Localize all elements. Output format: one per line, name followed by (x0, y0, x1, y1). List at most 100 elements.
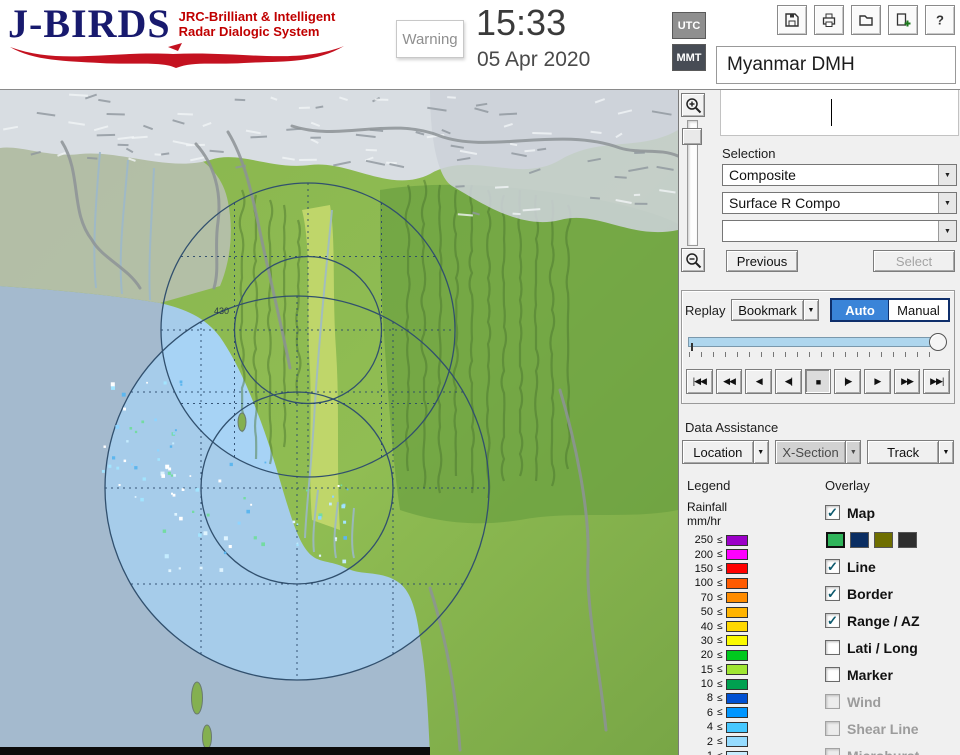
map-color-swatch-3[interactable] (898, 531, 917, 548)
legend-lte-sign: ≤ (717, 692, 723, 704)
checkbox[interactable]: ✓ (825, 559, 840, 574)
selection-label: Selection (722, 146, 776, 161)
location-button-label[interactable]: Location (682, 440, 753, 464)
legend-lte-sign: ≤ (717, 606, 723, 618)
track-button[interactable]: Track ▼ (867, 440, 955, 464)
text-entry-field[interactable] (720, 90, 959, 136)
map-color-swatch-1[interactable] (850, 531, 869, 548)
replay-timeline-slider[interactable] (688, 333, 947, 351)
export-button[interactable] (888, 5, 918, 35)
overlay-item-map[interactable]: ✓ Map (825, 499, 960, 526)
legend-lte-sign: ≤ (717, 592, 723, 604)
timeline-track[interactable] (688, 337, 939, 351)
checkbox[interactable] (825, 721, 840, 736)
help-button[interactable]: ? (925, 5, 955, 35)
overlay-item-shear-line[interactable]: Shear Line (825, 715, 960, 742)
x-section-button[interactable]: X-Section ▼ (774, 440, 862, 464)
legend-color-swatch (725, 678, 748, 690)
location-button[interactable]: Location ▼ (682, 440, 769, 464)
legend-value: 20 (700, 649, 713, 662)
select-button[interactable]: Select (873, 250, 955, 272)
map-color-swatch-2[interactable] (874, 531, 893, 548)
track-button-label[interactable]: Track (867, 440, 939, 464)
legend-value: 4 (706, 721, 713, 734)
chevron-down-icon[interactable]: ▼ (803, 299, 819, 321)
overlay-title: Overlay (825, 478, 870, 493)
open-folder-button[interactable] (851, 5, 881, 35)
chevron-down-icon[interactable]: ▼ (752, 440, 769, 464)
checkbox[interactable] (825, 640, 840, 655)
overlay-item-wind[interactable]: Wind (825, 688, 960, 715)
jump-end-button[interactable]: ▶▶| (923, 369, 951, 394)
previous-button[interactable]: Previous (726, 250, 798, 272)
legend-entry-1: 1≤ (687, 749, 825, 755)
bookmark-button[interactable]: Bookmark ▼ (731, 299, 819, 321)
composite-dropdown[interactable]: Composite ▼ (722, 164, 957, 186)
overlay-item-label: Lati / Long (847, 639, 918, 656)
overlay-item-marker[interactable]: Marker (825, 661, 960, 688)
chevron-down-icon[interactable]: ▼ (938, 440, 955, 464)
checkbox[interactable]: ✓ (825, 613, 840, 628)
x-section-button-label[interactable]: X-Section (774, 440, 846, 464)
app-logo: J-BIRDS JRC-Brilliant & Intelligent Rada… (8, 4, 380, 68)
overlay-item-border[interactable]: ✓ Border (825, 580, 960, 607)
zoom-slider-thumb[interactable] (682, 128, 702, 145)
auto-mode-button[interactable]: Auto (832, 300, 888, 320)
manual-mode-button[interactable]: Manual (888, 300, 948, 320)
fast-forward-button[interactable]: ▶▶ (893, 369, 921, 394)
radar-map[interactable]: 430 (0, 90, 678, 755)
legend-unit-line1: Rainfall (687, 500, 728, 514)
mmt-button[interactable]: MMT (672, 44, 706, 71)
overlay-item-range-az[interactable]: ✓ Range / AZ (825, 607, 960, 634)
toolbar: ? (777, 5, 955, 35)
save-button[interactable] (777, 5, 807, 35)
empty-dropdown[interactable]: ▼ (722, 220, 957, 242)
legend-lte-sign: ≤ (717, 736, 723, 748)
overlay-item-label: Range / AZ (847, 612, 920, 629)
checkbox[interactable]: ✓ (825, 505, 840, 520)
zoom-in-button[interactable] (681, 93, 705, 117)
chevron-down-icon[interactable]: ▼ (938, 165, 956, 185)
legend-value: 10 (700, 678, 713, 691)
zoom-out-icon (685, 252, 701, 268)
stop-button[interactable]: ■ (804, 369, 832, 394)
checkbox[interactable] (825, 667, 840, 682)
checkbox[interactable]: ✓ (825, 586, 840, 601)
chevron-down-icon[interactable]: ▼ (938, 193, 956, 213)
map-bottom-bar (0, 747, 430, 755)
warning-button[interactable]: Warning (396, 20, 464, 58)
play-button[interactable]: ▶ (864, 369, 891, 394)
zoom-out-button[interactable] (681, 248, 705, 272)
control-panel: Selection Composite ▼ Surface R Compo ▼ … (678, 90, 960, 755)
overlay-item-line[interactable]: ✓ Line (825, 553, 960, 580)
timezone-toggle: UTC MMT (672, 12, 706, 76)
print-button[interactable] (814, 5, 844, 35)
play-reverse-button[interactable]: ◀ (745, 369, 773, 394)
legend-value: 2 (706, 735, 713, 748)
map-color-swatch-0[interactable] (826, 531, 845, 548)
legend-entry-40: 40 ≤ (687, 619, 825, 633)
legend-value: 6 (706, 706, 713, 719)
step-back-button[interactable]: ◀| (775, 369, 802, 394)
overlay-item-lati-long[interactable]: Lati / Long (825, 634, 960, 661)
legend-entry-50: 50 ≤ (687, 605, 825, 619)
overlay-item-microburst[interactable]: Microburst (825, 742, 960, 755)
legend-value: 70 (700, 591, 713, 604)
jump-start-button[interactable]: |◀◀ (686, 369, 713, 394)
map-area[interactable]: 430 (0, 90, 678, 755)
legend-overlay-section: Legend Rainfall mm/hr 250 ≤200 ≤150 ≤100 ≤70… (679, 478, 960, 755)
checkbox[interactable] (825, 694, 840, 709)
timeline-thumb[interactable] (929, 333, 947, 351)
bookmark-button-label[interactable]: Bookmark (731, 299, 803, 321)
overlay-items: ✓ Map ✓ Line ✓ Border ✓ Range / AZ Lati / Long Ma… (825, 499, 960, 755)
legend-entry-200: 200 ≤ (687, 547, 825, 561)
product-dropdown[interactable]: Surface R Compo ▼ (722, 192, 957, 214)
chevron-down-icon[interactable]: ▼ (845, 440, 862, 464)
checkbox[interactable] (825, 748, 840, 755)
utc-button[interactable]: UTC (672, 12, 706, 39)
chevron-down-icon[interactable]: ▼ (938, 221, 956, 241)
step-forward-button[interactable]: |▶ (834, 369, 862, 394)
fast-rewind-button[interactable]: ◀◀ (715, 369, 743, 394)
legend-title: Legend (687, 478, 731, 493)
logo-title: J-BIRDS (8, 1, 171, 46)
